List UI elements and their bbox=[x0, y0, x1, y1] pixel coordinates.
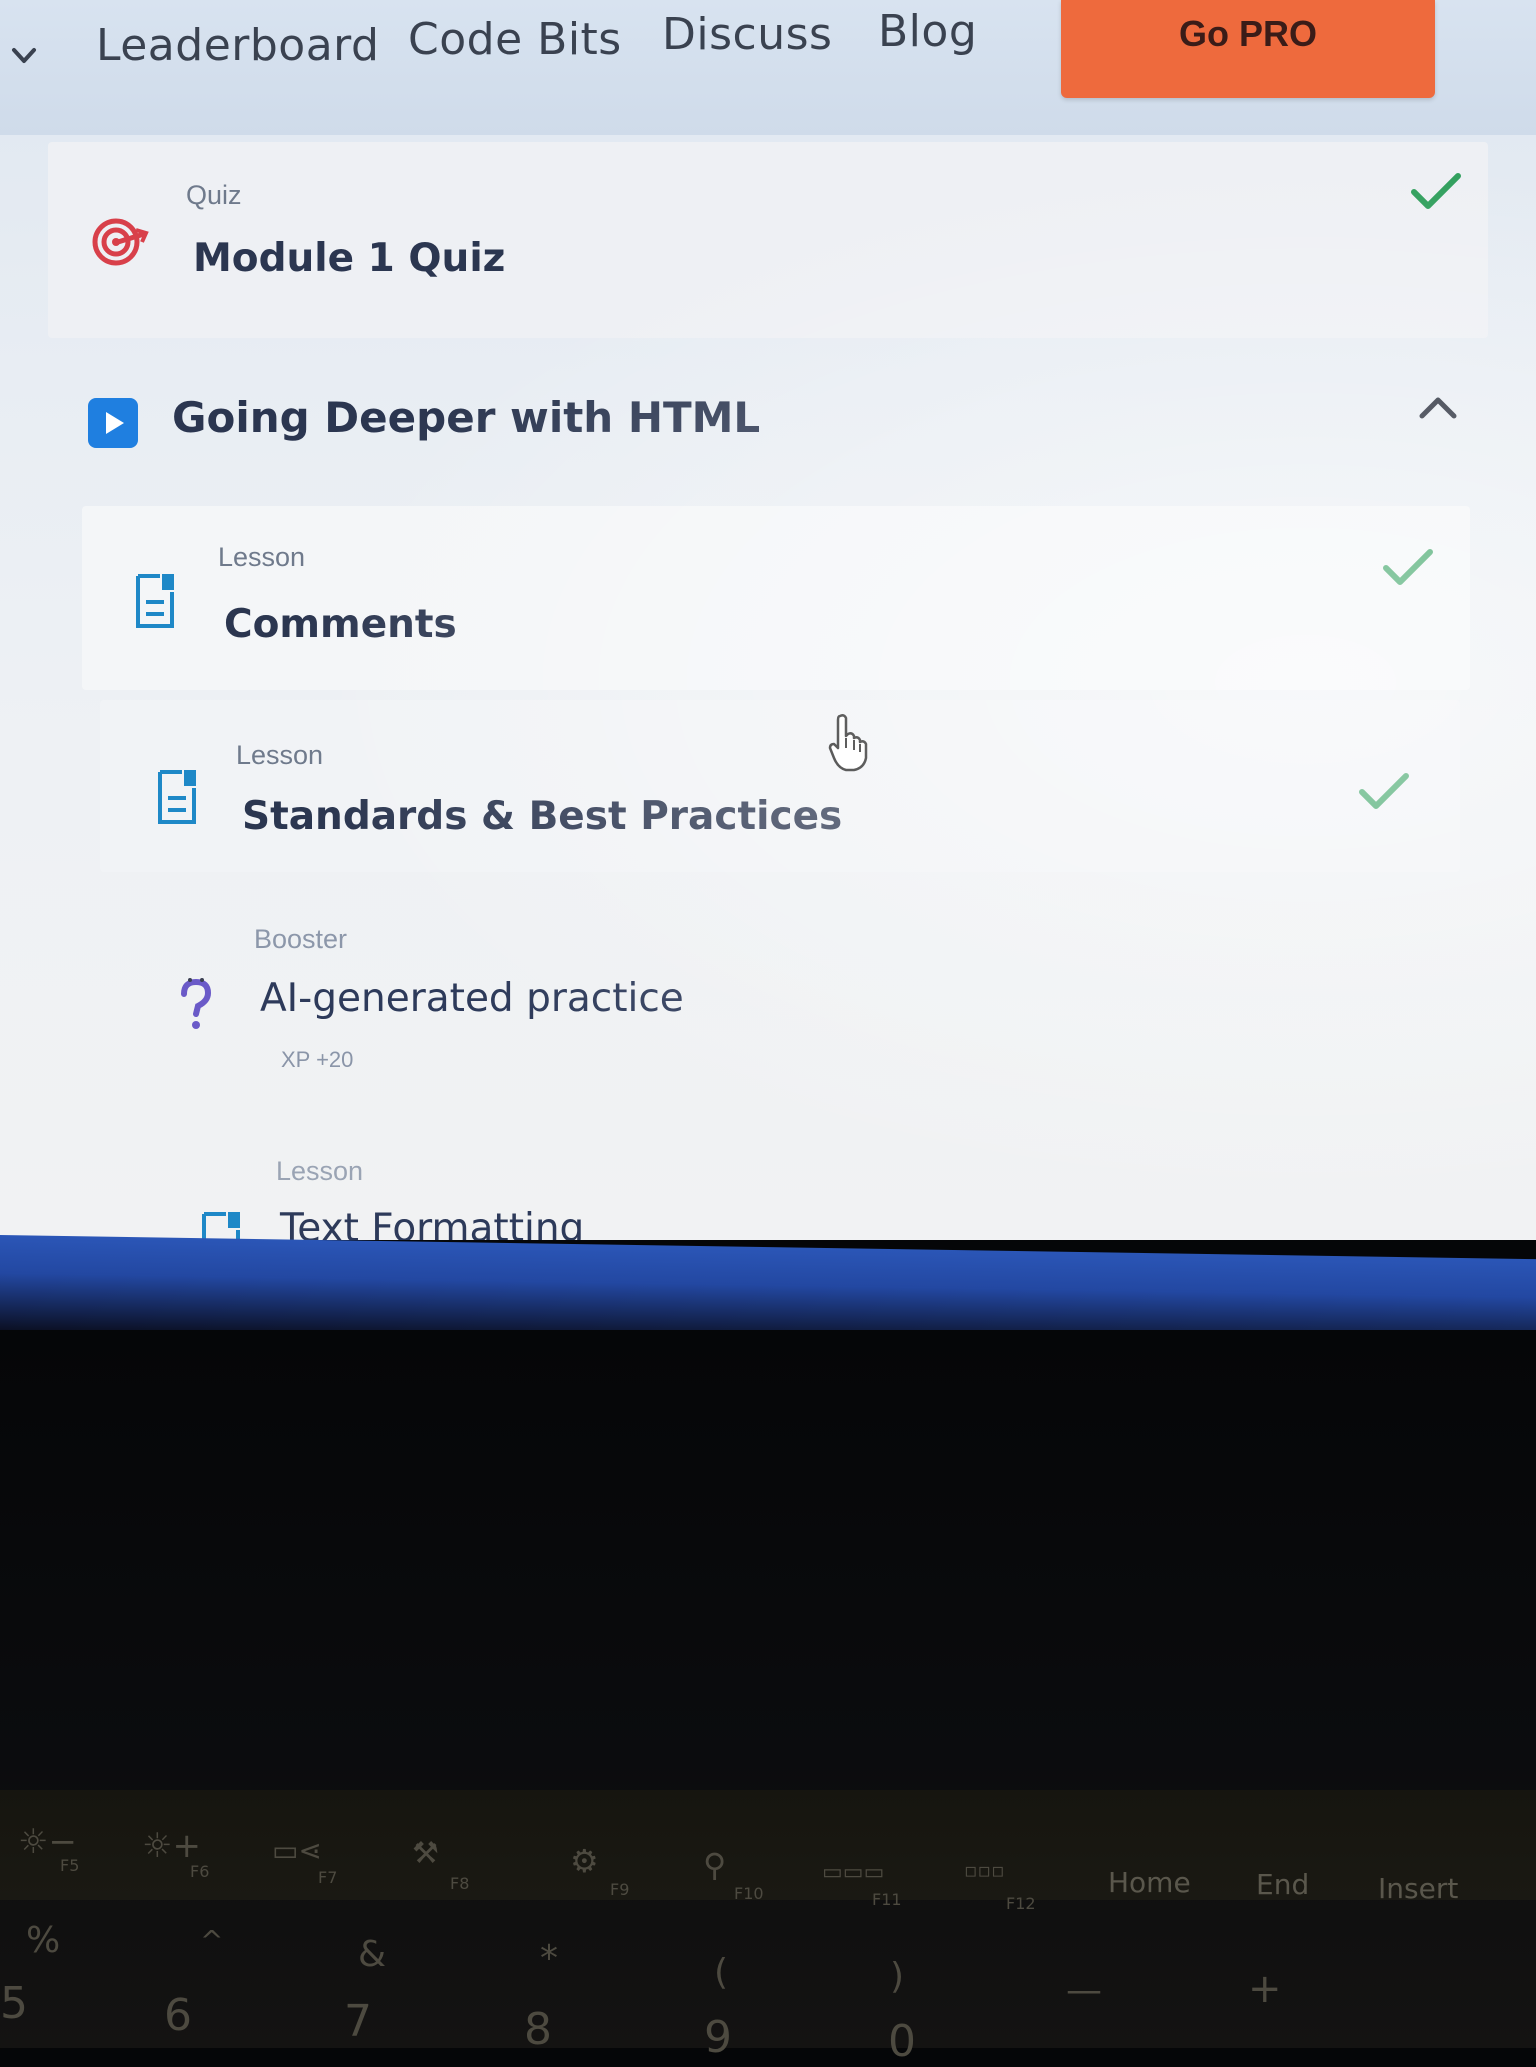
window-switch-icon: ▭▭▭ bbox=[822, 1860, 885, 1885]
insert-key: Insert bbox=[1378, 1872, 1459, 1905]
end-key: End bbox=[1256, 1868, 1310, 1901]
key-shift-glyph: % bbox=[26, 1920, 61, 1961]
key-digit-glyph: 7 bbox=[344, 1996, 372, 2047]
play-icon bbox=[88, 398, 138, 448]
key-plus-glyph: + bbox=[1248, 1966, 1282, 2012]
check-icon bbox=[1359, 773, 1409, 809]
target-icon bbox=[92, 218, 149, 266]
fkey-label: F11 bbox=[872, 1890, 902, 1909]
nav-link-blog[interactable]: Blog bbox=[878, 6, 977, 57]
chevron-up-icon[interactable] bbox=[1416, 392, 1460, 422]
wireless-off-icon: ⚒ bbox=[412, 1836, 439, 1871]
question-icon bbox=[181, 978, 212, 1029]
screen: Leaderboard Code Bits Discuss Blog Go PR… bbox=[0, 0, 1536, 1240]
key-shift-glyph: ( bbox=[714, 1952, 729, 1993]
home-key: Home bbox=[1108, 1866, 1191, 1899]
check-icon bbox=[1411, 173, 1461, 209]
item-title: Comments bbox=[224, 602, 457, 647]
fkey-label: F7 bbox=[318, 1868, 338, 1887]
lesson-item-card[interactable]: Lesson Text Formatting bbox=[140, 1140, 1440, 1240]
key-digit-glyph: 0 bbox=[888, 2016, 916, 2067]
item-title: AI-generated practice bbox=[260, 976, 684, 1021]
item-title: Module 1 Quiz bbox=[193, 236, 506, 281]
item-type-label: Lesson bbox=[276, 1156, 364, 1186]
lesson-item-card[interactable]: Lesson Comments bbox=[82, 506, 1470, 690]
lesson-item-card[interactable]: Lesson Standards & Best Practices bbox=[100, 700, 1460, 872]
lesson-icon bbox=[158, 770, 196, 824]
laptop-keyboard bbox=[0, 1330, 1536, 2048]
fkey-label: F12 bbox=[1006, 1894, 1036, 1913]
quiz-item-card[interactable]: Quiz Module 1 Quiz bbox=[48, 142, 1488, 338]
hand-cursor-icon bbox=[828, 714, 868, 772]
item-type-label: Quiz bbox=[186, 180, 242, 210]
item-title: Standards & Best Practices bbox=[242, 794, 843, 839]
item-type-label: Lesson bbox=[236, 740, 324, 770]
key-shift-glyph: ) bbox=[890, 1956, 905, 1997]
fkey-label: F5 bbox=[60, 1856, 80, 1875]
nav-link-leaderboard[interactable]: Leaderboard bbox=[96, 20, 379, 71]
key-shift-glyph: & bbox=[358, 1934, 387, 1975]
xp-badge: XP +20 bbox=[281, 1047, 354, 1072]
fkey-label: F6 bbox=[190, 1862, 210, 1881]
key-digit-glyph: 6 bbox=[164, 1990, 192, 2041]
nav-link-discuss[interactable]: Discuss bbox=[662, 9, 832, 60]
fkey-label: F8 bbox=[450, 1874, 470, 1893]
nav-link-code-bits[interactable]: Code Bits bbox=[408, 14, 622, 65]
check-icon bbox=[1383, 549, 1433, 585]
key-shift-glyph: ^ bbox=[200, 1924, 224, 1957]
key-digit-glyph: 9 bbox=[704, 2012, 732, 2063]
lesson-icon bbox=[202, 1212, 240, 1240]
fkey-label: F10 bbox=[734, 1884, 764, 1903]
projector-icon: ▭⋖ bbox=[272, 1834, 322, 1867]
chevron-down-icon[interactable] bbox=[6, 38, 42, 74]
search-icon: ⚲ bbox=[703, 1846, 727, 1884]
section-title: Going Deeper with HTML bbox=[172, 393, 761, 442]
item-type-label: Booster bbox=[254, 924, 348, 954]
go-pro-button[interactable]: Go PRO bbox=[1061, 0, 1435, 98]
key-minus-glyph: — bbox=[1066, 1970, 1102, 2011]
item-type-label: Lesson bbox=[218, 542, 306, 572]
key-digit-glyph: 5 bbox=[0, 1978, 28, 2029]
key-digit-glyph: 8 bbox=[524, 2004, 552, 2055]
app-grid-icon: ▫▫▫ bbox=[964, 1858, 1005, 1882]
item-title: Text Formatting bbox=[280, 1206, 585, 1240]
key-shift-glyph: * bbox=[540, 1938, 558, 1979]
settings-icon: ⚙ bbox=[570, 1842, 599, 1880]
go-pro-label: Go PRO bbox=[1178, 13, 1317, 54]
fkey-label: F9 bbox=[610, 1880, 630, 1899]
brightness-up-icon: ☼+ bbox=[142, 1826, 201, 1866]
top-navbar: Leaderboard Code Bits Discuss Blog Go PR… bbox=[0, 0, 1536, 135]
lesson-icon bbox=[136, 574, 174, 628]
